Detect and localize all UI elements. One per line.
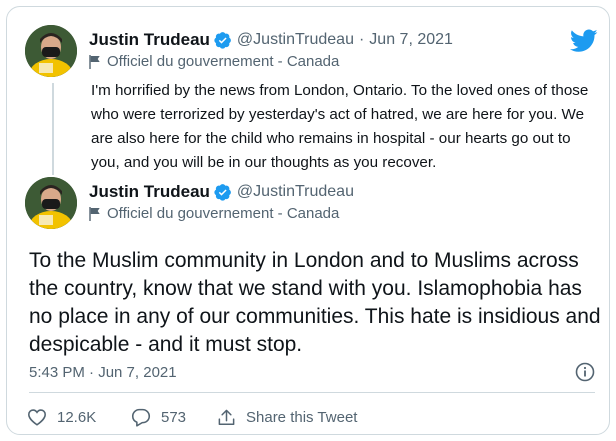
share-button[interactable]: Share this Tweet: [217, 408, 357, 427]
reply-icon: [131, 408, 151, 427]
divider: [29, 392, 595, 393]
tweet-timestamp[interactable]: 5:43 PM · Jun 7, 2021: [29, 364, 177, 381]
flag-icon: [89, 54, 100, 69]
avatar-image: [25, 177, 77, 229]
tweet1-text: I'm horrified by the news from London, O…: [91, 82, 589, 171]
government-label-text: Officiel du gouvernement - Canada: [107, 53, 340, 70]
flag-icon: [89, 206, 100, 221]
reply-count: 573: [161, 409, 187, 426]
thread-connector: [52, 83, 54, 175]
like-button[interactable]: 12.6K: [27, 408, 96, 426]
government-label: Officiel du gouvernement - Canada: [89, 205, 339, 222]
tweet1-header: Justin Trudeau @JustinTrudeau · Jun 7, 2…: [89, 30, 453, 50]
author-handle[interactable]: @JustinTrudeau: [237, 183, 354, 201]
heart-icon: [28, 409, 46, 426]
verified-badge-icon: [214, 32, 231, 49]
twitter-bird-icon[interactable]: [570, 29, 598, 53]
verified-badge-icon: [214, 184, 231, 201]
separator: ·: [358, 31, 365, 48]
share-icon: [218, 409, 235, 425]
tweet2-header: Justin Trudeau @JustinTrudeau: [89, 182, 354, 202]
avatar[interactable]: [25, 177, 77, 229]
government-label-text: Officiel du gouvernement - Canada: [107, 205, 340, 222]
avatar[interactable]: [25, 25, 77, 77]
tweet-embed-card: Justin Trudeau @JustinTrudeau · Jun 7, 2…: [6, 6, 610, 435]
government-label: Officiel du gouvernement - Canada: [89, 53, 339, 70]
tweet2-text: To the Muslim community in London and to…: [29, 249, 601, 356]
tweet-date[interactable]: Jun 7, 2021: [369, 31, 453, 49]
like-count: 12.6K: [57, 408, 97, 426]
author-handle[interactable]: @JustinTrudeau: [237, 31, 354, 49]
author-name[interactable]: Justin Trudeau: [89, 182, 210, 202]
avatar-image: [25, 25, 77, 77]
share-label: Share this Tweet: [246, 409, 358, 426]
author-name[interactable]: Justin Trudeau: [89, 30, 210, 50]
reply-button[interactable]: 573: [131, 408, 186, 427]
info-icon[interactable]: [575, 362, 595, 382]
